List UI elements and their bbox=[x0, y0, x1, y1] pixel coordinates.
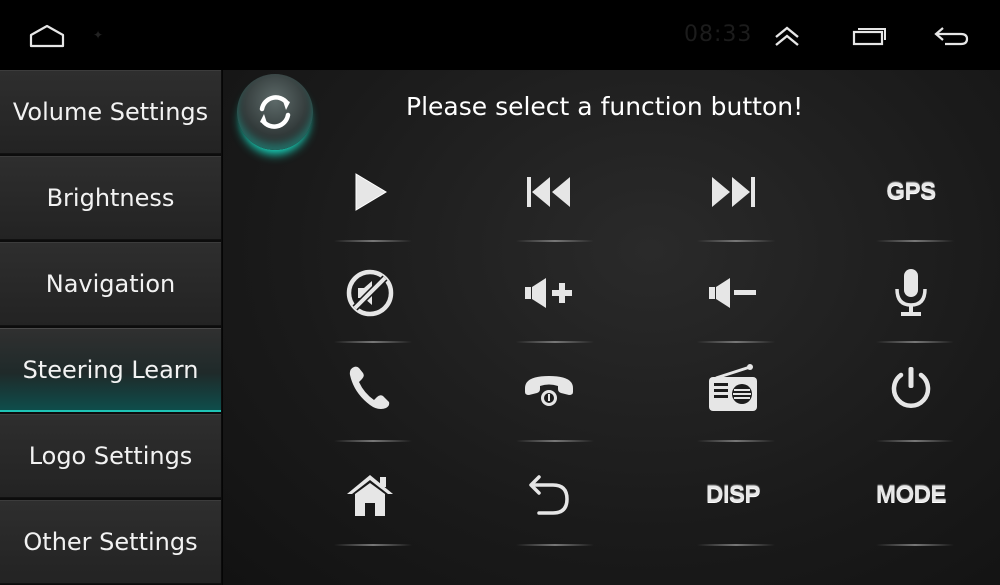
separator bbox=[697, 440, 775, 442]
sidebar-item-label: Navigation bbox=[45, 270, 176, 298]
sidebar-item-label: Volume Settings bbox=[12, 98, 209, 126]
volume-down-icon bbox=[709, 278, 756, 308]
next-track-icon bbox=[712, 177, 755, 207]
phone-answer-icon bbox=[349, 366, 390, 409]
sidebar-item-logo-settings[interactable]: Logo Settings bbox=[0, 414, 221, 498]
notification-dot-icon: ✦ bbox=[93, 28, 104, 42]
volume-up-icon bbox=[525, 278, 572, 308]
volume-up-button[interactable] bbox=[510, 263, 588, 323]
voice-button[interactable] bbox=[872, 263, 950, 323]
sidebar-item-label: Other Settings bbox=[23, 528, 198, 556]
sidebar-item-volume-settings[interactable]: Volume Settings bbox=[0, 70, 221, 154]
mute-icon bbox=[346, 269, 394, 317]
disp-button[interactable]: DISP bbox=[694, 465, 772, 525]
separator bbox=[334, 440, 412, 442]
sidebar: Volume Settings Brightness Navigation St… bbox=[0, 70, 222, 585]
disp-label: DISP bbox=[705, 481, 761, 508]
separator bbox=[516, 544, 594, 546]
separator bbox=[516, 240, 594, 242]
play-icon bbox=[355, 173, 387, 211]
recent-apps-icon bbox=[852, 28, 886, 46]
next-track-button[interactable] bbox=[694, 162, 772, 222]
status-bar: ✦ 08:33 bbox=[0, 0, 1000, 70]
return-button[interactable] bbox=[510, 465, 588, 525]
separator bbox=[334, 544, 412, 546]
back-icon bbox=[934, 27, 969, 46]
chevron-up-icon bbox=[775, 26, 799, 46]
sidebar-item-label: Brightness bbox=[46, 184, 175, 212]
mode-button[interactable]: MODE bbox=[872, 465, 950, 525]
sidebar-item-navigation[interactable]: Navigation bbox=[0, 242, 221, 326]
separator bbox=[516, 341, 594, 343]
sidebar-item-other-settings[interactable]: Other Settings bbox=[0, 500, 221, 584]
separator bbox=[876, 544, 954, 546]
refresh-icon bbox=[259, 95, 291, 129]
previous-track-icon bbox=[527, 177, 570, 207]
return-icon bbox=[529, 475, 569, 515]
sidebar-item-label: Steering Learn bbox=[22, 355, 199, 384]
play-button[interactable] bbox=[331, 162, 409, 222]
status-time: 08:33 bbox=[684, 22, 753, 47]
mute-button[interactable] bbox=[331, 263, 409, 323]
home-button[interactable] bbox=[331, 465, 409, 525]
phone-answer-button[interactable] bbox=[331, 358, 409, 418]
power-icon bbox=[891, 367, 931, 408]
separator bbox=[876, 341, 954, 343]
separator bbox=[876, 240, 954, 242]
separator bbox=[334, 341, 412, 343]
power-button[interactable] bbox=[872, 358, 950, 418]
mode-label: MODE bbox=[876, 481, 947, 508]
separator bbox=[516, 440, 594, 442]
radio-icon bbox=[709, 364, 757, 411]
gps-label: GPS bbox=[886, 178, 936, 205]
microphone-icon bbox=[895, 269, 927, 316]
nav-home-button[interactable] bbox=[24, 14, 70, 58]
phone-hangup-button[interactable] bbox=[510, 358, 588, 418]
sidebar-item-steering-learn[interactable]: Steering Learn bbox=[0, 328, 221, 412]
instruction-prompt: Please select a function button! bbox=[406, 92, 804, 121]
volume-down-button[interactable] bbox=[694, 263, 772, 323]
recent-apps-button[interactable] bbox=[846, 14, 892, 58]
separator bbox=[334, 240, 412, 242]
separator bbox=[697, 341, 775, 343]
phone-hangup-icon bbox=[525, 376, 573, 406]
sidebar-item-label: Logo Settings bbox=[28, 442, 193, 470]
separator bbox=[876, 440, 954, 442]
previous-track-button[interactable] bbox=[510, 162, 588, 222]
expand-button[interactable] bbox=[764, 14, 810, 58]
sidebar-item-brightness[interactable]: Brightness bbox=[0, 156, 221, 240]
radio-button[interactable] bbox=[694, 358, 772, 418]
main-panel: Please select a function button! GPS DIS… bbox=[222, 70, 1000, 585]
home-icon bbox=[347, 475, 393, 516]
home-icon bbox=[29, 24, 65, 48]
gps-button[interactable]: GPS bbox=[872, 162, 950, 222]
separator bbox=[697, 544, 775, 546]
separator bbox=[697, 240, 775, 242]
nav-back-button[interactable] bbox=[928, 14, 974, 58]
refresh-button[interactable] bbox=[237, 74, 313, 150]
